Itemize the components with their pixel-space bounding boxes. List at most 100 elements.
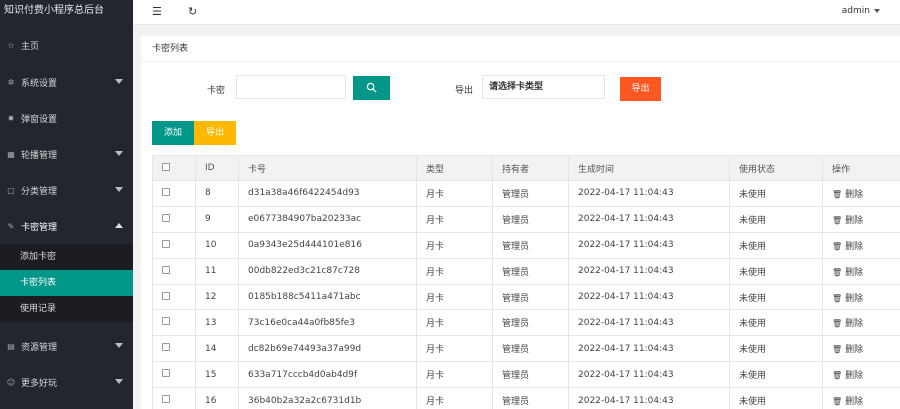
delete-link[interactable]: 🗑 删除: [832, 242, 863, 252]
cell-time: 2022-04-17 11:04:43: [568, 309, 730, 337]
row-select-cell[interactable]: [152, 283, 196, 311]
cell-time: 2022-04-17 11:04:43: [568, 361, 730, 389]
user-menu[interactable]: admin: [842, 6, 880, 16]
delete-label: 删除: [845, 345, 864, 356]
cell-type: 月卡: [416, 231, 493, 259]
export-button[interactable]: 导出: [194, 121, 236, 145]
delete-link[interactable]: 🗑 删除: [832, 190, 863, 200]
cell-status: 未使用: [729, 257, 823, 285]
cell-id: 15: [195, 361, 239, 389]
row-checkbox[interactable]: [162, 343, 170, 352]
column-header-time: 生成时间: [568, 155, 730, 181]
delete-link[interactable]: 🗑 删除: [832, 216, 863, 226]
cell-type: 月卡: [416, 180, 493, 207]
sidebar-item-carousel[interactable]: ▦ 轮播管理: [0, 136, 133, 172]
cell-status: 未使用: [729, 361, 823, 389]
card-search-input[interactable]: [236, 75, 346, 99]
cell-owner: 管理员: [492, 180, 569, 207]
row-checkbox[interactable]: [162, 291, 170, 300]
sidebar-item-category[interactable]: ▢ 分类管理: [0, 172, 133, 208]
column-header-id: ID: [195, 155, 239, 181]
sidebar-item-resources[interactable]: ▤ 资源管理: [0, 328, 133, 364]
trash-icon: 🗑: [832, 397, 843, 407]
cell-status: 未使用: [729, 283, 823, 311]
cell-card: 0185b188c5411a471abc: [238, 283, 417, 311]
row-checkbox[interactable]: [162, 239, 170, 248]
submenu-item-add-card[interactable]: 添加卡密: [0, 244, 133, 270]
select-all-cell[interactable]: [152, 155, 196, 181]
refresh-icon[interactable]: ↻: [188, 5, 197, 18]
cell-owner: 管理员: [492, 205, 569, 233]
trash-icon: 🗑: [832, 371, 843, 381]
cell-type: 月卡: [416, 257, 493, 285]
row-select-cell[interactable]: [152, 335, 196, 363]
search-icon: [366, 82, 377, 93]
select-all-checkbox[interactable]: [162, 162, 170, 171]
export-filter-button[interactable]: 导出: [620, 77, 661, 101]
chevron-down-icon: [115, 379, 123, 384]
submenu-item-card-list[interactable]: 卡密列表: [0, 270, 133, 296]
export-filter-label: 导出: [455, 86, 474, 96]
delete-label: 删除: [845, 319, 864, 330]
cell-card: dc82b69e74493a37a99d: [238, 335, 417, 363]
row-select-cell[interactable]: [152, 205, 196, 233]
row-select-cell[interactable]: [152, 231, 196, 259]
row-checkbox[interactable]: [162, 213, 170, 222]
chevron-down-icon: [115, 187, 123, 192]
row-select-cell[interactable]: [152, 180, 196, 207]
table-row: 10 0a9343e25d444101e816 月卡 管理员 2022-04-1…: [152, 231, 900, 259]
cell-time: 2022-04-17 11:04:43: [568, 257, 730, 285]
brand-title: 知识付费小程序总后台: [4, 5, 104, 16]
sidebar-item-card-management[interactable]: ✎ 卡密管理: [0, 208, 133, 244]
sidebar-item-label: 系统设置: [21, 78, 58, 89]
cell-id: 11: [195, 257, 239, 285]
delete-link[interactable]: 🗑 删除: [832, 371, 863, 381]
sidebar-item-label: 卡密管理: [21, 222, 58, 233]
cell-owner: 管理员: [492, 361, 569, 389]
sidebar-item-popup-settings[interactable]: ✹ 弹窗设置: [0, 100, 133, 136]
delete-link[interactable]: 🗑 删除: [832, 319, 863, 329]
card-type-select[interactable]: 请选择卡类型: [482, 75, 605, 99]
search-button[interactable]: [353, 76, 390, 100]
delete-link[interactable]: 🗑 删除: [832, 397, 863, 407]
sidebar-item-system-settings[interactable]: ✲ 系统设置: [0, 64, 133, 100]
delete-label: 删除: [845, 293, 864, 304]
row-checkbox[interactable]: [162, 317, 170, 326]
cell-owner: 管理员: [492, 283, 569, 311]
menu-toggle-icon[interactable]: ☰: [152, 5, 162, 18]
sidebar-item-label: 分类管理: [21, 186, 58, 197]
cell-id: 9: [195, 205, 239, 233]
delete-link[interactable]: 🗑 删除: [832, 268, 863, 278]
row-checkbox[interactable]: [162, 265, 170, 274]
delete-link[interactable]: 🗑 删除: [832, 294, 863, 304]
chevron-down-icon: [115, 151, 123, 156]
sidebar-item-home[interactable]: ☆ 主页: [0, 26, 133, 64]
cell-actions: 🗑 删除: [822, 257, 900, 285]
row-select-cell[interactable]: [152, 257, 196, 285]
row-checkbox[interactable]: [162, 187, 170, 196]
trash-icon: 🗑: [832, 345, 843, 355]
cell-actions: 🗑 删除: [822, 180, 900, 207]
cell-status: 未使用: [729, 387, 823, 409]
cell-actions: 🗑 删除: [822, 205, 900, 233]
row-select-cell[interactable]: [152, 309, 196, 337]
cell-time: 2022-04-17 11:04:43: [568, 283, 730, 311]
delete-link[interactable]: 🗑 删除: [832, 345, 863, 355]
cell-type: 月卡: [416, 335, 493, 363]
add-button[interactable]: 添加: [152, 121, 194, 145]
row-select-cell[interactable]: [152, 361, 196, 389]
sidebar-item-more[interactable]: ☺ 更多好玩: [0, 364, 133, 400]
row-checkbox[interactable]: [162, 395, 170, 404]
row-checkbox[interactable]: [162, 369, 170, 378]
cell-type: 月卡: [416, 387, 493, 409]
delete-label: 删除: [845, 397, 864, 408]
sidebar: 知识付费小程序总后台 ☆ 主页 ✲ 系统设置 ✹ 弹窗设置 ▦ 轮播管理 ▢ 分…: [0, 0, 133, 409]
carousel-icon: ▦: [7, 149, 15, 159]
submenu-item-usage-records[interactable]: 使用记录: [0, 296, 133, 322]
trash-icon: 🗑: [832, 293, 843, 303]
cell-time: 2022-04-17 11:04:43: [568, 180, 730, 207]
row-select-cell[interactable]: [152, 387, 196, 409]
table-row: 15 633a717cccb4d0ab4d9f 月卡 管理员 2022-04-1…: [152, 361, 900, 389]
sidebar-item-label: 更多好玩: [21, 378, 58, 389]
cell-owner: 管理员: [492, 231, 569, 259]
